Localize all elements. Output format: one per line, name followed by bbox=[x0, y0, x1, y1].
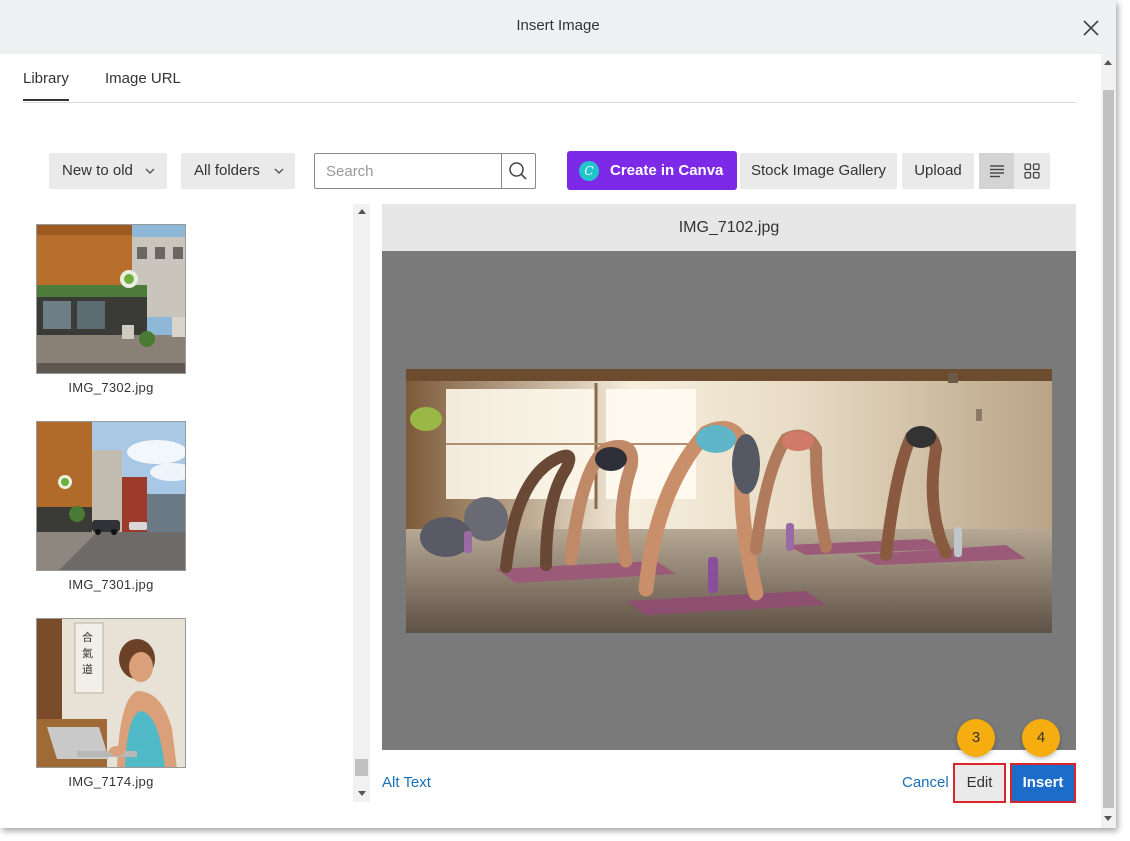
dialog-title: Insert Image bbox=[516, 17, 600, 34]
scroll-glyph-1: 合 bbox=[82, 630, 93, 644]
step-callout-4: 4 bbox=[1022, 719, 1060, 757]
image-list-item[interactable]: 合 氣 道 IMG_7174.jpg bbox=[36, 618, 186, 789]
tab-bar: Library Image URL bbox=[23, 54, 1076, 103]
tab-image-url[interactable]: Image URL bbox=[105, 70, 181, 87]
folder-dropdown[interactable]: All folders bbox=[181, 153, 295, 189]
preview-image bbox=[406, 369, 1052, 633]
create-in-canva-button[interactable]: C Create in Canva bbox=[567, 151, 737, 190]
image-list-item[interactable]: IMG_7302.jpg bbox=[36, 224, 186, 395]
insert-image-dialog: Insert Image Library Image URL New to ol… bbox=[0, 0, 1116, 828]
scroll-glyph-2: 氣 bbox=[82, 646, 93, 660]
image-filename: IMG_7302.jpg bbox=[68, 380, 154, 395]
edit-button[interactable]: Edit bbox=[953, 763, 1006, 803]
scroll-down-arrow-icon[interactable] bbox=[358, 791, 366, 796]
storefront-photo bbox=[37, 225, 185, 373]
image-filename: IMG_7301.jpg bbox=[68, 577, 154, 592]
image-list-item[interactable]: IMG_7301.jpg bbox=[36, 421, 186, 592]
image-list-scrollbar[interactable] bbox=[353, 204, 370, 802]
image-thumbnail[interactable]: 合 氣 道 bbox=[36, 618, 186, 768]
scroll-down-arrow-icon[interactable] bbox=[1104, 816, 1112, 821]
search-separator bbox=[501, 154, 502, 188]
sort-dropdown[interactable]: New to old bbox=[49, 153, 167, 189]
close-icon bbox=[1083, 20, 1099, 36]
canva-button-label: Create in Canva bbox=[610, 162, 724, 179]
street-photo bbox=[37, 422, 185, 570]
image-thumbnail[interactable] bbox=[36, 421, 186, 571]
chevron-down-icon bbox=[145, 168, 155, 174]
sort-dropdown-label: New to old bbox=[62, 162, 133, 179]
search-icon[interactable] bbox=[508, 161, 528, 181]
image-filename: IMG_7174.jpg bbox=[68, 774, 154, 789]
dialog-scrollbar[interactable] bbox=[1101, 54, 1116, 828]
chevron-down-icon bbox=[274, 168, 284, 174]
dialog-titlebar: Insert Image bbox=[0, 0, 1116, 54]
yoga-class-photo bbox=[406, 369, 1052, 633]
grid-view-button[interactable] bbox=[1014, 153, 1050, 189]
search-box bbox=[314, 153, 536, 189]
list-view-button[interactable] bbox=[979, 153, 1015, 189]
dialog-scrollbar-thumb[interactable] bbox=[1103, 90, 1114, 808]
scroll-up-arrow-icon[interactable] bbox=[1104, 60, 1112, 65]
preview-panel bbox=[382, 251, 1076, 750]
image-list: IMG_7302.jpg IMG_7301.jpg 合 氣 道 IMG_7174… bbox=[30, 204, 350, 802]
image-thumbnail[interactable] bbox=[36, 224, 186, 374]
insert-button[interactable]: Insert bbox=[1010, 763, 1076, 803]
list-view-icon bbox=[990, 165, 1004, 178]
alt-text-link[interactable]: Alt Text bbox=[382, 774, 431, 791]
scroll-glyph-3: 道 bbox=[82, 662, 93, 676]
cancel-button[interactable]: Cancel bbox=[902, 774, 949, 791]
scroll-up-arrow-icon[interactable] bbox=[358, 209, 366, 214]
woman-laptop-photo: 合 氣 道 bbox=[37, 619, 185, 767]
grid-view-icon bbox=[1024, 163, 1040, 179]
stock-image-gallery-button[interactable]: Stock Image Gallery bbox=[740, 153, 897, 189]
close-button[interactable] bbox=[1080, 17, 1102, 39]
canva-logo-icon: C bbox=[579, 161, 599, 181]
preview-filename: IMG_7102.jpg bbox=[382, 204, 1076, 251]
tab-library[interactable]: Library bbox=[23, 70, 69, 101]
search-input[interactable] bbox=[315, 154, 501, 188]
upload-button[interactable]: Upload bbox=[902, 153, 974, 189]
scrollbar-thumb[interactable] bbox=[355, 759, 368, 776]
step-callout-3: 3 bbox=[957, 719, 995, 757]
folder-dropdown-label: All folders bbox=[194, 162, 260, 179]
